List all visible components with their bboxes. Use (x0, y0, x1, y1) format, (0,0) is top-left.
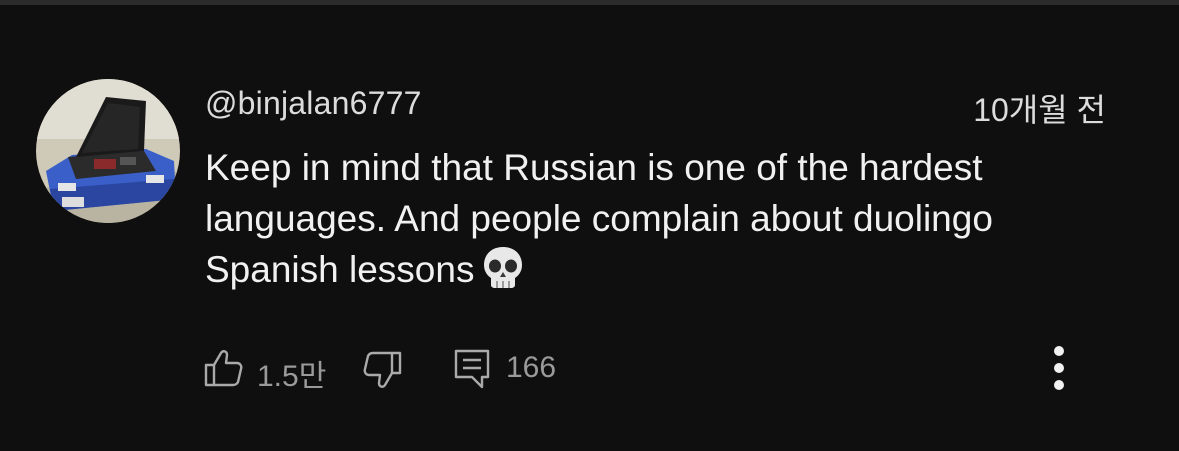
comment-timestamp: 10개월 전 (973, 92, 1106, 128)
more-vert-icon[interactable] (1038, 341, 1080, 401)
skull-emoji-icon (484, 247, 523, 288)
comment-actions: 1.5만 166 (200, 343, 1100, 393)
comment-thread: @binjalan6777 10개월 전 Keep in mind that R… (0, 5, 1179, 451)
avatar[interactable] (36, 79, 180, 223)
like-count: 1.5만 (257, 360, 327, 393)
reply-count: 166 (506, 351, 557, 384)
thumbs-up-icon[interactable] (202, 347, 244, 389)
comment-icon[interactable] (452, 347, 494, 389)
thumbs-down-icon[interactable] (362, 349, 404, 391)
comment-body: Keep in mind that Russian is one of the … (205, 142, 1135, 295)
comment-author[interactable]: @binjalan6777 (205, 85, 422, 122)
avatar-image (36, 79, 180, 223)
comment-text: Keep in mind that Russian is one of the … (205, 147, 993, 290)
